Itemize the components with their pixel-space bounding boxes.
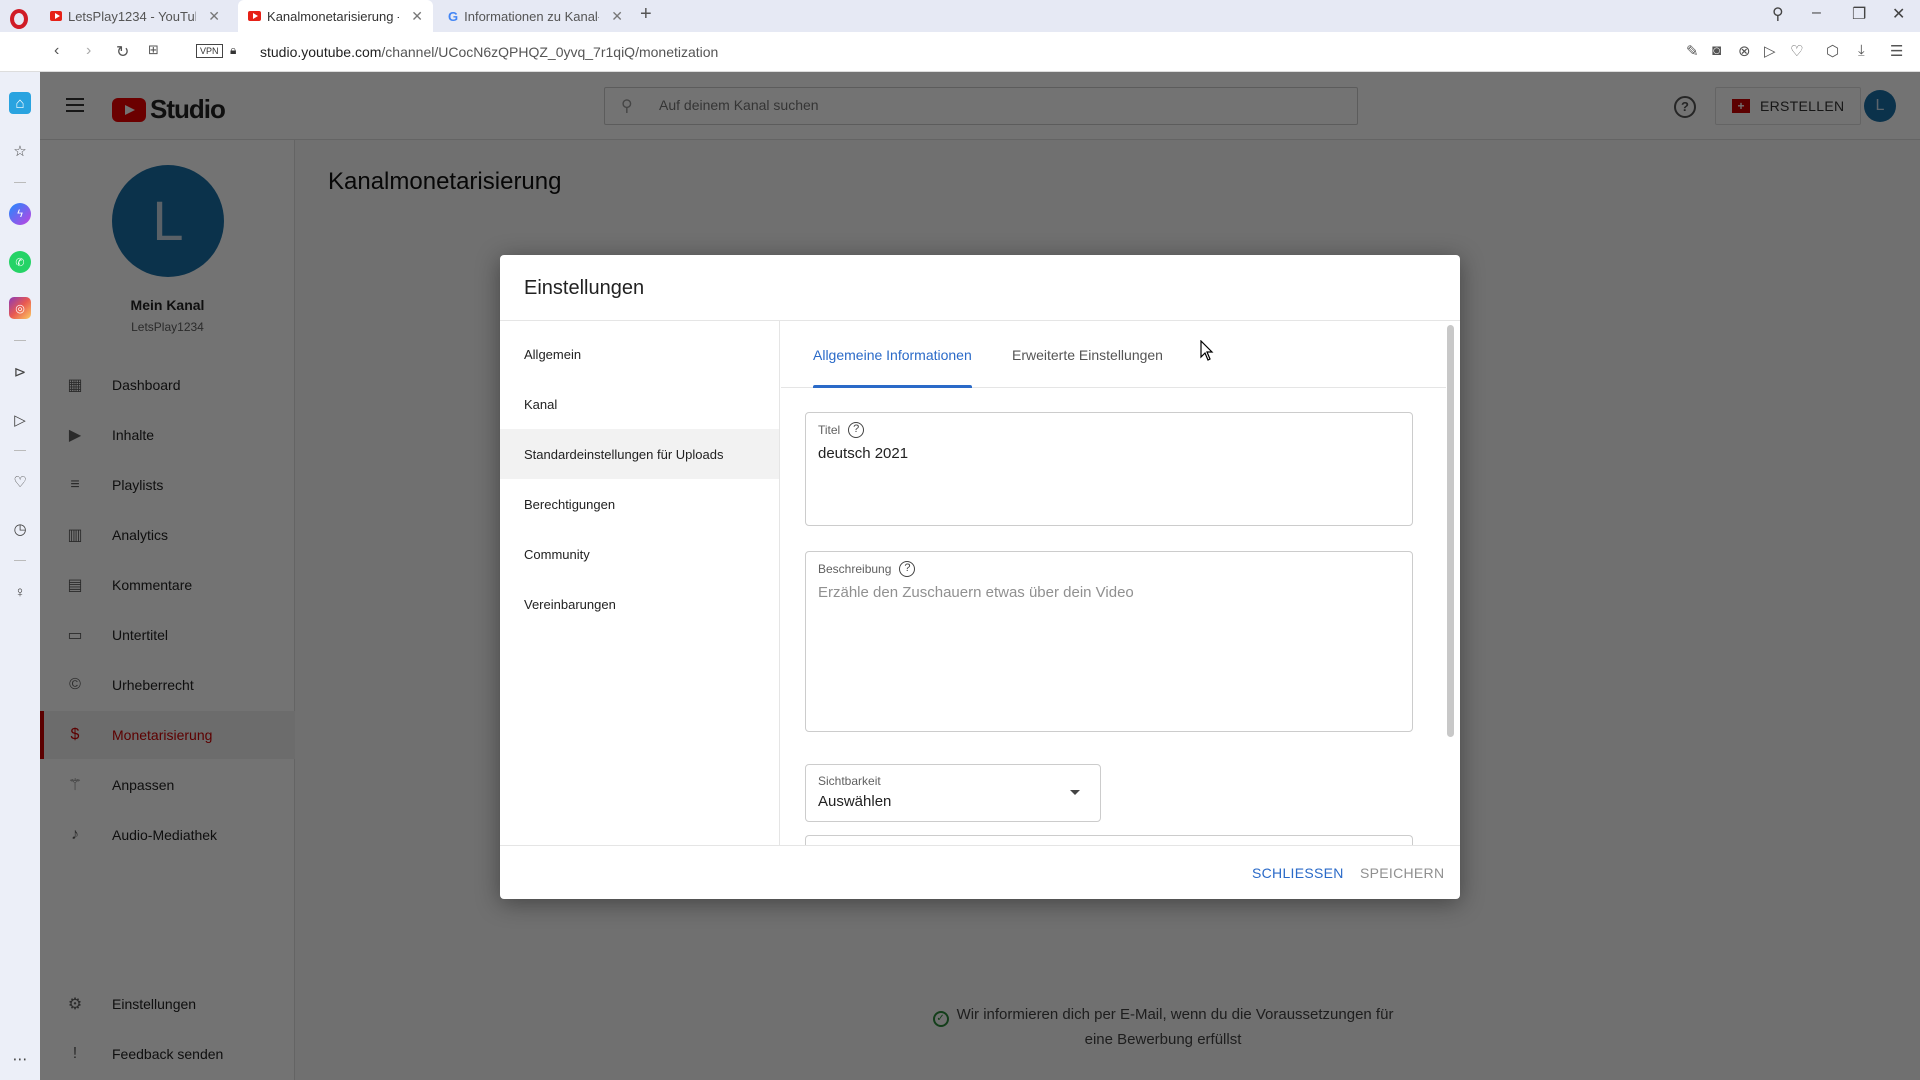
divider [14,182,26,183]
title-field[interactable]: Titel ? [805,412,1413,526]
title-input[interactable] [818,445,1398,462]
opera-logo-icon[interactable] [10,9,28,29]
settings-nav-channel[interactable]: Kanal [500,379,779,429]
browser-search-icon[interactable]: ⚲ [1772,4,1784,24]
home-icon[interactable]: ⌂ [9,92,31,114]
cube-icon[interactable]: ⬡ [1826,42,1839,60]
google-icon: G [448,8,459,24]
star-icon[interactable]: ☆ [9,140,31,162]
adblock-icon[interactable]: ⊗ [1738,42,1751,60]
more-icon[interactable]: ⋯ [9,1048,31,1070]
settings-nav-community[interactable]: Community [500,529,779,579]
scrollbar[interactable] [1447,325,1455,845]
back-icon[interactable]: ‹ [54,42,59,60]
browser-tab[interactable]: G Informationen zu Kanal-URLs ✕ [438,0,633,32]
description-field[interactable]: Beschreibung ? [805,551,1413,732]
browser-tab-bar: LetsPlay1234 - YouTube ✕ Kanalmonetarisi… [0,0,1920,32]
tab-advanced-settings[interactable]: Erweiterte Einstellungen [1012,321,1163,388]
dropdown-arrow-icon [1070,790,1080,795]
reload-icon[interactable]: ↻ [116,42,129,62]
restore-button[interactable]: ❐ [1852,4,1866,24]
divider [14,450,26,451]
settings-nav-permissions[interactable]: Berechtigungen [500,479,779,529]
help-icon[interactable]: ? [899,561,916,577]
whatsapp-icon[interactable]: ✆ [9,251,31,273]
heart-icon[interactable]: ♡ [9,471,31,493]
tab-general-info[interactable]: Allgemeine Informationen [813,321,972,388]
settings-nav: Allgemein Kanal Standardeinstellungen fü… [500,321,780,846]
settings-content: Allgemeine Informationen Erweiterte Eins… [781,321,1446,846]
divider [14,560,26,561]
divider [500,845,1460,846]
messenger-icon[interactable]: ϟ [9,203,31,225]
content-tabs: Allgemeine Informationen Erweiterte Eins… [781,321,1446,388]
close-tab-icon[interactable]: ✕ [208,8,220,25]
history-icon[interactable]: ◷ [9,518,31,540]
browser-tab-active[interactable]: Kanalmonetarisierung - YouTube ✕ [238,0,433,32]
lock-icon[interactable]: 🔒︎ [230,43,236,58]
easy-setup-icon[interactable]: ☰ [1890,42,1903,60]
new-tab-button[interactable]: + [640,3,652,26]
settings-nav-general[interactable]: Allgemein [500,329,779,379]
youtube-icon [248,11,262,21]
address-bar: ‹ › ↻ ⊞ VPN 🔒︎ studio.youtube.com/channe… [0,32,1920,72]
player-icon[interactable]: ⊳ [9,361,31,383]
divider [14,340,26,341]
forward-icon[interactable]: › [86,42,91,60]
url-field[interactable]: studio.youtube.com/channel/UCocN6zQPHQZ_… [260,44,718,60]
settings-dialog: Einstellungen Allgemein Kanal Standardei… [500,255,1460,899]
close-window-button[interactable]: ✕ [1892,4,1905,24]
visibility-select[interactable]: Sichtbarkeit Auswählen [805,764,1101,822]
youtube-icon [50,11,62,21]
close-tab-icon[interactable]: ✕ [611,8,623,25]
send-icon[interactable]: ▷ [1764,42,1776,60]
settings-nav-agreements[interactable]: Vereinbarungen [500,579,779,629]
help-icon[interactable]: ? [848,422,865,438]
send-icon[interactable]: ▷ [9,409,31,431]
scrollbar-thumb[interactable] [1447,325,1454,737]
lightbulb-icon[interactable]: ♀ [9,581,31,603]
settings-nav-upload-defaults[interactable]: Standardeinstellungen für Uploads [500,429,779,479]
browser-tab[interactable]: LetsPlay1234 - YouTube ✕ [40,0,230,32]
close-button[interactable]: SCHLIESSEN [1252,865,1344,881]
heart-icon[interactable]: ♡ [1790,42,1803,60]
save-button[interactable]: SPEICHERN [1360,865,1444,881]
close-tab-icon[interactable]: ✕ [411,8,423,25]
instagram-icon[interactable]: ◎ [9,297,31,319]
description-input[interactable] [818,584,1398,724]
minimize-button[interactable]: – [1812,4,1821,22]
camera-icon[interactable]: ◙ [1712,42,1721,59]
download-icon[interactable]: ⤓ [1858,42,1865,59]
vpn-badge[interactable]: VPN [196,44,223,58]
opera-sidebar: ⌂ ☆ ϟ ✆ ◎ ⊳ ▷ ♡ ◷ ♀ ⋯ [0,72,40,1080]
snap-icon[interactable]: ✎ [1686,42,1699,60]
dialog-title: Einstellungen [524,277,645,299]
speed-dial-icon[interactable]: ⊞ [148,42,159,58]
